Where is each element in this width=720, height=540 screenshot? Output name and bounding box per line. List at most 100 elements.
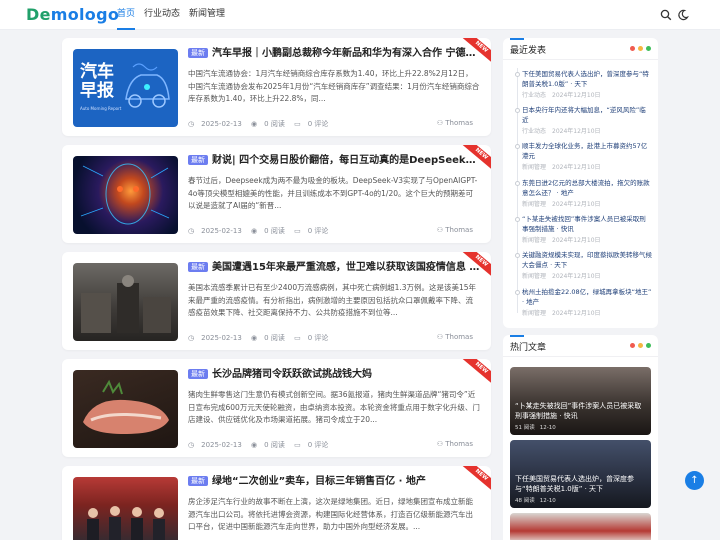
article-date: 2025-02-13 xyxy=(201,441,242,449)
article-author[interactable]: ⚇ Thomas xyxy=(437,440,480,448)
hot-article-card[interactable]: “卜某走失被找回”事件涉案人员已被采取刑事强制措施 · 快讯 51 阅读 12-1… xyxy=(510,367,651,435)
article-excerpt: 中国汽车流通协会：1月汽车经销商综合库存系数为1.40，环比上升22.8%2月1… xyxy=(188,69,480,103)
article-views: 0 阅读 xyxy=(264,227,285,235)
comment-icon: ▭ xyxy=(294,120,301,128)
timeline-point xyxy=(515,253,520,258)
article-date: 2025-02-13 xyxy=(201,334,242,342)
article-author[interactable]: ⚇ Thomas xyxy=(437,119,480,127)
article-card[interactable]: 汽车 早报 Auto Morning Report 最新 汽车早报｜小鹏副总裁称今年… xyxy=(62,38,491,136)
timeline-line xyxy=(517,68,518,313)
widget-header: 最近发表 xyxy=(503,38,658,60)
article-card[interactable]: 最新财说| 四个交易日股价翻倍，每日互动真的是DeepSeek最直接关联... … xyxy=(62,145,491,243)
recent-post-title[interactable]: 顺丰发力全球化业务，赴港上市募资约57亿港元 xyxy=(522,141,652,161)
recent-post-title[interactable]: 杭州土拍揽金22.08亿，绿城再拿板块“地王” · 地产 xyxy=(522,287,652,307)
recent-post-item[interactable]: 杭州土拍揽金22.08亿，绿城再拿板块“地王” · 地产 新闻管理 2024年12… xyxy=(515,287,652,317)
top-header: Demologo 首页 行业动态 新闻管理 xyxy=(0,0,720,30)
article-author[interactable]: ⚇ Thomas xyxy=(437,333,480,341)
hot-articles-widget: 热门文章 “卜某走失被找回”事件涉案人员已被采取刑事强制措施 · 快讯 51 阅… xyxy=(503,335,658,540)
eye-icon: ◉ xyxy=(251,227,258,235)
article-meta: ◷ 2025-02-13 ◉ 0 阅读 ▭ 0 评论 ⚇ Thomas xyxy=(188,226,480,236)
article-thumbnail[interactable] xyxy=(73,263,178,341)
recent-post-meta: 新闻管理 2024年12月10日 xyxy=(522,164,601,171)
article-views: 0 阅读 xyxy=(264,334,285,342)
timeline-point xyxy=(515,108,520,113)
window-dots xyxy=(630,46,651,51)
recent-post-item[interactable]: 日本央行年内还将大幅加息，“逆风风险”临近 行业动态 2024年12月10日 xyxy=(515,105,652,135)
article-card[interactable]: 最新 美国遭遇15年来最严重流感，世卫难以获取该国疫情信息 · 天下 美国本流感季… xyxy=(62,252,491,350)
dot-green xyxy=(646,343,651,348)
search-icon[interactable] xyxy=(660,9,672,21)
recent-post-item[interactable]: 东莞日进2亿元的总部大楼流拍，拖欠的账款意怎么还？ · 地产 新闻管理 2024年… xyxy=(515,178,652,208)
article-comments: 0 评论 xyxy=(307,120,329,128)
ai-face-graphic xyxy=(80,163,170,225)
nav-item-news-management[interactable]: 新闻管理 xyxy=(189,0,225,30)
recent-post-item[interactable]: 顺丰发力全球化业务，赴港上市募资约57亿港元 新闻管理 2024年12月10日 xyxy=(515,141,652,171)
nav-item-industry[interactable]: 行业动态 xyxy=(144,0,180,30)
article-views: 0 阅读 xyxy=(264,120,285,128)
hot-article-title[interactable]: 下任美国贸易代表人选出炉，曾深度参与“特朗普关税1.0版” · 天下 xyxy=(515,474,645,494)
article-meta: ◷ 2025-02-13 ◉ 0 阅读 ▭ 0 评论 ⚇ Thomas xyxy=(188,440,480,450)
dot-red xyxy=(630,46,635,51)
main-nav: 首页 行业动态 新闻管理 xyxy=(117,0,234,30)
eye-icon: ◉ xyxy=(251,334,258,342)
recent-post-meta: 新闻管理 2024年12月10日 xyxy=(522,310,601,317)
back-to-top-button[interactable]: ↑ xyxy=(685,471,704,490)
hot-article-title[interactable]: “卜某走失被找回”事件涉案人员已被采取刑事强制措施 · 快讯 xyxy=(515,401,645,421)
article-date: 2025-02-13 xyxy=(201,120,242,128)
new-tag: 最新 xyxy=(188,369,208,379)
article-excerpt: 美国本流感季累计已有至少2400万流感病例，其中死亡病例超1.3万例。这是该美1… xyxy=(188,283,477,317)
article-thumbnail[interactable] xyxy=(73,156,178,234)
logo-part2: mologo xyxy=(50,5,120,24)
pork-photo-graphic xyxy=(83,379,169,434)
article-thumbnail[interactable] xyxy=(73,370,178,448)
new-tag: 最新 xyxy=(188,48,208,58)
recent-post-title[interactable]: “卜某走失被找回”事件涉案人员已被采取刑事强制措施 · 快讯 xyxy=(522,214,652,234)
timeline-point xyxy=(515,144,520,149)
recent-post-meta: 行业动态 2024年12月10日 xyxy=(522,92,601,99)
article-title[interactable]: 最新汽车早报｜小鹏副总裁称今年新品和华为有深入合作 宁德时代动力... xyxy=(188,47,480,61)
recent-post-meta: 新闻管理 2024年12月10日 xyxy=(522,201,601,208)
article-title[interactable]: 最新 美国遭遇15年来最严重流感，世卫难以获取该国疫情信息 · 天下 xyxy=(188,261,480,275)
eye-icon: ◉ xyxy=(251,120,258,128)
site-logo[interactable]: Demologo xyxy=(26,5,119,24)
recent-post-title[interactable]: 关键融资规模未实现，印度蔡拟欧美转移气候大会僵点 · 天下 xyxy=(522,250,652,270)
dot-yellow xyxy=(638,343,643,348)
logo-part1: De xyxy=(26,5,51,24)
recent-post-meta: 新闻管理 2024年12月10日 xyxy=(522,273,601,280)
hot-article-card[interactable] xyxy=(510,513,651,540)
new-tag: 最新 xyxy=(188,262,208,272)
car-outline-graphic xyxy=(125,63,170,108)
theme-toggle-icon[interactable] xyxy=(677,9,689,21)
factory-photo-graphic xyxy=(81,275,171,333)
article-excerpt: 猪肉生鲜零售这门生意仍有模式创新空间。据36氪报道，猪肉生鲜渠道品牌“猪司令”近… xyxy=(188,390,480,424)
article-date: 2025-02-13 xyxy=(201,227,242,235)
timeline-point xyxy=(515,217,520,222)
recent-post-item[interactable]: 关键融资规模未实现，印度蔡拟欧美转移气候大会僵点 · 天下 新闻管理 2024年1… xyxy=(515,250,652,280)
nav-item-home[interactable]: 首页 xyxy=(117,0,136,30)
ceremony-photo-graphic xyxy=(87,506,165,540)
article-author[interactable]: ⚇ Thomas xyxy=(437,226,480,234)
article-title[interactable]: 最新 长沙品牌猪司令跃跃欲试挑战钱大妈 xyxy=(188,368,480,382)
article-comments: 0 评论 xyxy=(307,334,329,342)
recent-post-item[interactable]: “卜某走失被找回”事件涉案人员已被采取刑事强制措施 · 快讯 新闻管理 2024年… xyxy=(515,214,652,244)
widget-accent-bar xyxy=(510,335,524,337)
article-card[interactable]: 最新 绿地“二次创业”卖车，目标三年销售百亿 · 地产 房企涉足汽车行业的故事不断… xyxy=(62,466,491,540)
recent-post-title[interactable]: 下任美国贸易代表人选出炉，曾深度参与“特朗普关税1.0版” · 天下 xyxy=(522,69,652,89)
article-meta: ◷ 2025-02-13 ◉ 0 阅读 ▭ 0 评论 ⚇ Thomas xyxy=(188,119,480,129)
article-thumbnail[interactable]: 汽车 早报 Auto Morning Report xyxy=(73,49,178,127)
article-title[interactable]: 最新财说| 四个交易日股价翻倍，每日互动真的是DeepSeek最直接关联... xyxy=(188,154,480,168)
recent-post-item[interactable]: 下任美国贸易代表人选出炉，曾深度参与“特朗普关税1.0版” · 天下 行业动态 2… xyxy=(515,69,652,99)
recent-posts-widget: 最近发表 下任美国贸易代表人选出炉，曾深度参与“特朗普关税1.0版” · 天下 … xyxy=(503,38,658,328)
recent-post-meta: 行业动态 2024年12月10日 xyxy=(522,128,601,135)
dot-red xyxy=(630,343,635,348)
clock-icon: ◷ xyxy=(188,334,195,342)
article-title[interactable]: 最新 绿地“二次创业”卖车，目标三年销售百亿 · 地产 xyxy=(188,475,480,489)
clock-icon: ◷ xyxy=(188,120,195,128)
recent-post-title[interactable]: 东莞日进2亿元的总部大楼流拍，拖欠的账款意怎么还？ · 地产 xyxy=(522,178,652,198)
hot-article-card[interactable]: 下任美国贸易代表人选出炉，曾深度参与“特朗普关税1.0版” · 天下 48 阅读… xyxy=(510,440,651,508)
article-comments: 0 评论 xyxy=(307,227,329,235)
comment-icon: ▭ xyxy=(294,334,301,342)
article-thumbnail[interactable] xyxy=(73,477,178,540)
article-card[interactable]: 最新 长沙品牌猪司令跃跃欲试挑战钱大妈 猪肉生鲜零售这门生意仍有模式创新空间。据3… xyxy=(62,359,491,457)
recent-post-title[interactable]: 日本央行年内还将大幅加息，“逆风风险”临近 xyxy=(522,105,652,125)
